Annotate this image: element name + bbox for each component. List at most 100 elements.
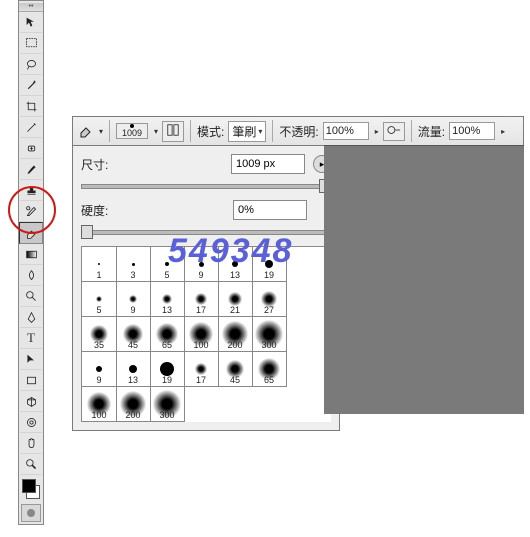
mode-select[interactable]: 筆刷▾ [228, 121, 266, 142]
chevron-right-icon[interactable]: ▸ [375, 127, 379, 136]
brush-preset[interactable]: 35 [82, 317, 117, 352]
brush-preset[interactable]: 5 [150, 247, 185, 282]
dodge-tool[interactable] [20, 286, 42, 307]
preset-size-label: 1 [96, 270, 101, 280]
tablet-opacity-icon[interactable] [383, 122, 405, 141]
preset-size-label: 45 [230, 375, 240, 385]
hardness-input[interactable]: 0% [233, 200, 307, 220]
hardness-label: 硬度: [81, 202, 131, 219]
preset-size-label: 200 [125, 410, 140, 420]
preset-size-label: 19 [264, 270, 274, 280]
3d-tool[interactable] [20, 391, 42, 412]
brush-preset[interactable]: 200 [116, 387, 151, 422]
size-label: 尺寸: [81, 156, 131, 173]
preset-size-label: 13 [230, 270, 240, 280]
chevron-right-icon[interactable]: ▸ [501, 127, 505, 136]
flow-label: 流量: [418, 123, 445, 140]
brush-preset[interactable]: 65 [252, 352, 287, 387]
preset-size-label: 13 [128, 375, 138, 385]
brush-settings-panel: 尺寸: 1009 px ▸ 硬度: 0% 1359131959131721273… [72, 145, 340, 431]
brush-preset[interactable]: 65 [150, 317, 185, 352]
canvas-area[interactable] [324, 145, 524, 414]
brush-preset[interactable]: 45 [116, 317, 151, 352]
brush-preset[interactable]: 13 [116, 352, 151, 387]
marquee-tool[interactable] [20, 33, 42, 54]
crop-tool[interactable] [20, 96, 42, 117]
mode-label: 模式: [197, 123, 224, 140]
camera-tool[interactable] [20, 412, 42, 433]
preset-size-label: 100 [91, 410, 106, 420]
preset-size-label: 9 [198, 270, 203, 280]
brush-preset[interactable]: 100 [184, 317, 219, 352]
preset-size-label: 9 [96, 375, 101, 385]
brush-preset[interactable]: 300 [150, 387, 185, 422]
preset-size-label: 65 [264, 375, 274, 385]
preset-size-label: 100 [193, 340, 208, 350]
zoom-tool[interactable] [20, 454, 42, 475]
brush-preset[interactable]: 100 [82, 387, 117, 422]
gradient-tool[interactable] [20, 244, 42, 265]
preset-size-label: 5 [96, 305, 101, 315]
opacity-input[interactable]: 100% [323, 122, 369, 140]
brush-preset[interactable]: 3 [116, 247, 151, 282]
brush-preset[interactable]: 300 [252, 317, 287, 352]
path-select-tool[interactable] [20, 349, 42, 370]
preset-size-label: 65 [162, 340, 172, 350]
eyedropper-tool[interactable] [20, 117, 42, 138]
stamp-tool[interactable] [20, 180, 42, 201]
size-slider[interactable] [81, 180, 331, 190]
brush-preset[interactable]: 21 [218, 282, 253, 317]
brush-panel-toggle[interactable] [162, 121, 184, 142]
wand-tool[interactable] [20, 75, 42, 96]
brush-preset-grid: 1359131959131721273545651002003009131917… [81, 246, 331, 422]
color-swatches[interactable] [20, 477, 42, 501]
opacity-label: 不透明: [279, 123, 318, 140]
brush-preset[interactable]: 9 [82, 352, 117, 387]
lasso-tool[interactable] [20, 54, 42, 75]
healing-tool[interactable] [20, 138, 42, 159]
preset-size-label: 300 [261, 340, 276, 350]
chevron-down-icon[interactable]: ▾ [154, 127, 158, 136]
hand-tool[interactable] [20, 433, 42, 454]
panel-handle[interactable]: •• [19, 3, 43, 12]
hardness-slider[interactable] [81, 226, 331, 236]
fg-color-swatch[interactable] [22, 479, 36, 493]
brush-preset[interactable]: 1 [82, 247, 117, 282]
brush-preset[interactable]: 200 [218, 317, 253, 352]
preset-size-label: 19 [162, 375, 172, 385]
preset-size-label: 13 [162, 305, 172, 315]
type-tool[interactable]: T [20, 328, 42, 349]
brush-preset[interactable]: 17 [184, 352, 219, 387]
flow-input[interactable]: 100% [449, 122, 495, 140]
brush-preset[interactable]: 9 [116, 282, 151, 317]
preset-size-label: 17 [196, 305, 206, 315]
move-tool[interactable] [20, 12, 42, 33]
preset-size-label: 45 [128, 340, 138, 350]
pen-tool[interactable] [20, 307, 42, 328]
brush-preset[interactable]: 5 [82, 282, 117, 317]
preset-size-label: 5 [164, 270, 169, 280]
eraser-preset-icon[interactable]: ▾ [77, 120, 103, 142]
preset-size-label: 27 [264, 305, 274, 315]
eraser-tool[interactable] [19, 222, 43, 244]
brush-preset[interactable]: 27 [252, 282, 287, 317]
brush-tool[interactable] [20, 159, 42, 180]
brush-preset[interactable]: 13 [218, 247, 253, 282]
preset-size-label: 9 [130, 305, 135, 315]
brush-preset[interactable]: 17 [184, 282, 219, 317]
preset-size-label: 200 [227, 340, 242, 350]
brush-preset[interactable]: 13 [150, 282, 185, 317]
brush-preset[interactable]: 45 [218, 352, 253, 387]
brush-preset[interactable]: 9 [184, 247, 219, 282]
blur-tool[interactable] [20, 265, 42, 286]
preset-size-label: 17 [196, 375, 206, 385]
brush-preset-picker[interactable]: 1009 [116, 123, 148, 139]
size-input[interactable]: 1009 px [231, 154, 305, 174]
shape-tool[interactable] [20, 370, 42, 391]
history-brush-tool[interactable] [20, 201, 42, 222]
tool-panel: •• T [18, 0, 44, 525]
preset-size-label: 21 [230, 305, 240, 315]
brush-preset[interactable]: 19 [252, 247, 287, 282]
quickmask-toggle[interactable] [21, 504, 41, 522]
brush-preset[interactable]: 19 [150, 352, 185, 387]
